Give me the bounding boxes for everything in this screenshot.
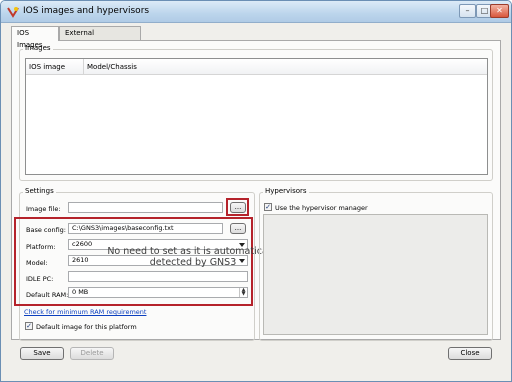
- image-file-input[interactable]: [68, 202, 223, 213]
- default-image-checkbox[interactable]: ✓: [25, 322, 33, 330]
- images-list-header: IOS image Model/Chassis: [26, 59, 487, 75]
- hypervisor-manager-label: Use the hypervisor manager: [275, 204, 368, 212]
- title-bar[interactable]: IOS images and hypervisors – □ ✕: [1, 1, 511, 23]
- hypervisors-group-title: Hypervisors: [263, 187, 309, 195]
- image-file-highlight: [226, 198, 249, 216]
- minimize-button[interactable]: –: [459, 4, 476, 18]
- images-list[interactable]: IOS image Model/Chassis: [25, 58, 488, 175]
- ios-images-dialog: IOS images and hypervisors – □ ✕ IOS Ima…: [0, 0, 512, 382]
- tab-ios-images[interactable]: IOS Images: [11, 26, 59, 49]
- delete-button[interactable]: Delete: [70, 347, 114, 360]
- hypervisor-manager-checkbox[interactable]: ✓: [264, 203, 272, 211]
- gns3-app-icon: [7, 7, 19, 18]
- window-title: IOS images and hypervisors: [23, 6, 150, 16]
- close-button[interactable]: Close: [448, 347, 492, 360]
- settings-group-title: Settings: [23, 187, 56, 195]
- save-button[interactable]: Save: [20, 347, 64, 360]
- column-model-chassis[interactable]: Model/Chassis: [84, 59, 204, 75]
- default-image-label: Default image for this platform: [36, 323, 137, 331]
- close-window-button[interactable]: ✕: [490, 4, 509, 18]
- tab-external-hypervisors[interactable]: External hypervisors: [59, 26, 141, 49]
- column-ios-image[interactable]: IOS image: [26, 59, 84, 75]
- hypervisors-list[interactable]: [263, 214, 488, 335]
- min-ram-link[interactable]: Check for minimum RAM requirement: [24, 308, 146, 316]
- image-file-label: Image file:: [26, 205, 61, 213]
